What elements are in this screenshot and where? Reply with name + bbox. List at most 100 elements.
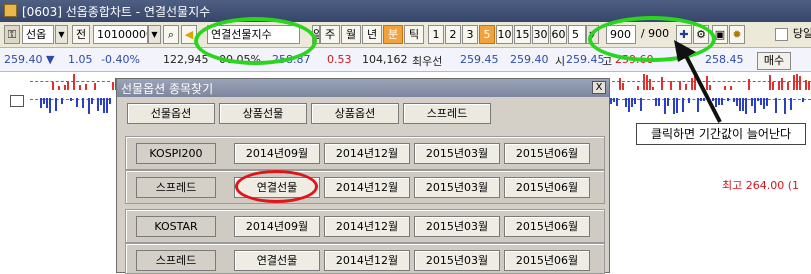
- volume-bar: [64, 85, 66, 90]
- highlight-name-input-ellipse: [194, 17, 317, 65]
- volume-bar: [799, 76, 801, 90]
- volume-bar: [646, 75, 648, 90]
- tab-commodity-futures[interactable]: 상품선물: [219, 103, 307, 124]
- contract-button[interactable]: 2015년03월: [414, 250, 500, 271]
- volume-bar: [43, 98, 45, 104]
- contract-button[interactable]: 2015년03월: [414, 177, 500, 198]
- arrow-shaft: [682, 51, 722, 123]
- buy-button[interactable]: 매수: [757, 52, 791, 70]
- volume-bar: [610, 98, 612, 104]
- today-checkbox[interactable]: [775, 28, 788, 41]
- row-label: KOSPI200: [136, 143, 216, 164]
- window-titlebar: [0603] 선옵종합차트 - 연결선물지수: [0, 0, 811, 22]
- contract-button[interactable]: 2014년12월: [324, 250, 410, 271]
- volume-bar: [52, 82, 54, 90]
- volume-bar: [730, 86, 732, 90]
- volume-bar: [616, 98, 618, 106]
- tab-spread[interactable]: 스프레드: [403, 103, 491, 124]
- open-label: 시: [555, 55, 566, 68]
- contract-button[interactable]: 2014년12월: [324, 143, 410, 164]
- volume-bar: [733, 98, 735, 102]
- futures-search-dialog: 선물옵션 종목찾기 X 선물옵션 상품선물 상품옵션 스프레드 KOSPI200…: [116, 78, 610, 274]
- tab-commodity-options[interactable]: 상품옵션: [311, 103, 399, 124]
- row-spread-kospi: 스프레드 연결선물 2014년12월 2015년03월 2015년06월: [125, 170, 605, 204]
- minute-1-button[interactable]: 1: [428, 25, 444, 44]
- volume-bar: [634, 98, 636, 104]
- contract-button[interactable]: 2014년09월: [234, 143, 320, 164]
- product-select[interactable]: 선옵: [22, 25, 54, 44]
- period-month-button[interactable]: 월: [341, 25, 361, 44]
- volume-bar: [796, 74, 798, 90]
- volume-bar: [625, 98, 627, 107]
- volume-bar: [769, 75, 771, 90]
- close-icon[interactable]: X: [592, 81, 606, 94]
- volume-bar: [106, 98, 108, 113]
- open-interest: 104,162: [362, 53, 408, 66]
- period-tick-button[interactable]: 틱: [404, 25, 424, 44]
- volume-bar: [40, 98, 42, 108]
- today-checkbox-label: 당일: [792, 27, 811, 40]
- period-minute-button[interactable]: 분: [383, 25, 403, 44]
- row-label: KOSTAR: [136, 216, 216, 237]
- contract-button[interactable]: 2014년09월: [234, 216, 320, 237]
- contract-button[interactable]: 2014년12월: [324, 177, 410, 198]
- minute-2-button[interactable]: 2: [445, 25, 461, 44]
- volume-bar: [784, 98, 786, 114]
- lock-icon[interactable]: ⚿: [4, 25, 20, 44]
- volume-bar: [787, 82, 789, 90]
- volume-bar: [745, 98, 747, 114]
- search-icon[interactable]: ⌕: [163, 25, 179, 44]
- annotation-callout: 클릭하면 기간값이 늘어난다: [636, 123, 806, 145]
- volume-bar: [61, 98, 63, 104]
- volume-bar: [82, 98, 84, 108]
- best-ask: 259.45: [460, 53, 499, 66]
- period-year-button[interactable]: 년: [362, 25, 382, 44]
- code-input[interactable]: 10100000: [93, 25, 148, 44]
- row-spread-kostar: 스프레드 연결선물 2014년12월 2015년03월 2015년06월: [125, 243, 605, 274]
- volume-bar: [100, 98, 102, 105]
- code-dropdown-arrow[interactable]: ▼: [148, 25, 161, 44]
- minute-30-button[interactable]: 30: [532, 25, 549, 44]
- volume-bar: [76, 98, 78, 107]
- gear-icon[interactable]: ✹: [729, 25, 745, 44]
- volume-bar: [643, 74, 645, 90]
- arrow-head: [674, 40, 696, 62]
- chart-dashline-top: [30, 81, 110, 82]
- volume-bar: [772, 82, 774, 90]
- prev-button[interactable]: 전: [72, 25, 90, 44]
- volume-bar: [649, 79, 651, 90]
- minute-5-button[interactable]: 5: [479, 25, 495, 44]
- contract-button[interactable]: 2015년03월: [414, 143, 500, 164]
- contract-button[interactable]: 2015년06월: [504, 143, 590, 164]
- volume-bar: [655, 98, 657, 106]
- volume-bar: [736, 98, 738, 106]
- volume-bar: [46, 98, 48, 108]
- volume-bar: [55, 98, 57, 111]
- contract-button[interactable]: 2015년06월: [504, 216, 590, 237]
- contract-button[interactable]: 2015년06월: [504, 177, 590, 198]
- chart-grid-icon[interactable]: [10, 95, 24, 107]
- down-arrow-icon: ▼: [46, 53, 55, 66]
- period-week-button[interactable]: 주: [320, 25, 340, 44]
- volume-bar: [88, 98, 90, 114]
- dialog-title: 선물옵션 종목찾기: [121, 82, 214, 96]
- volume-bar: [637, 86, 639, 90]
- contract-button[interactable]: 2015년06월: [504, 250, 590, 271]
- volume-bar: [622, 83, 624, 90]
- minute-3-button[interactable]: 3: [462, 25, 478, 44]
- tab-futures-options[interactable]: 선물옵션: [127, 103, 215, 124]
- continuous-futures-button[interactable]: 연결선물: [234, 250, 320, 271]
- dialog-titlebar: 선물옵션 종목찾기 X: [117, 79, 609, 97]
- contract-button[interactable]: 2015년03월: [414, 216, 500, 237]
- tick-select[interactable]: 5: [568, 25, 586, 44]
- contract-button[interactable]: 2014년12월: [324, 216, 410, 237]
- volume-bar: [640, 98, 642, 111]
- minute-10-button[interactable]: 10: [496, 25, 513, 44]
- volume-bar: [748, 79, 750, 90]
- volume-bar: [58, 86, 60, 90]
- minute-60-button[interactable]: 60: [550, 25, 567, 44]
- minute-15-button[interactable]: 15: [514, 25, 531, 44]
- product-dropdown-arrow[interactable]: ▼: [55, 25, 68, 44]
- volume-bar: [805, 80, 807, 90]
- row-label: 스프레드: [136, 177, 216, 198]
